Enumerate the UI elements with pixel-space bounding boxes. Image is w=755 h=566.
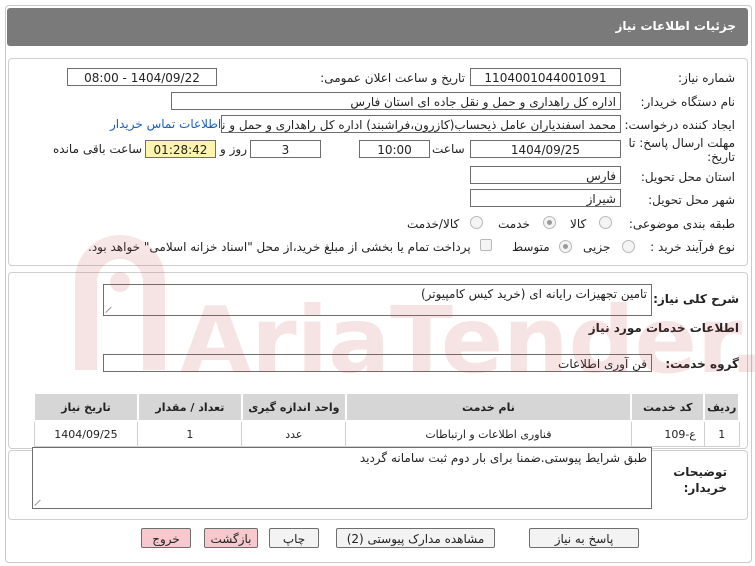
table-row: 1 ع-109 فناوری اطلاعات و ارتباطات عدد 1 … xyxy=(33,420,740,447)
reply-button[interactable]: پاسخ به نیاز xyxy=(529,528,639,548)
requester-field: محمد اسفندیاران عامل ذیحساب(کازرون،فراشب… xyxy=(221,115,621,133)
requester-label: ایجاد کننده درخواست: xyxy=(624,118,735,132)
need-number-field: 1104001044001091 xyxy=(470,68,621,86)
buyer-notes-label: توضیحات خریدار: xyxy=(673,465,727,495)
deadline-label: مهلت ارسال پاسخ: تا تاریخ: xyxy=(628,136,735,164)
cell-unit: عدد xyxy=(241,420,347,447)
col-quantity: تعداد / مقدار xyxy=(136,392,243,422)
title-bar: جزئیات اطلاعات نیاز xyxy=(7,8,748,46)
category-option-goods: کالا xyxy=(570,217,587,231)
buyer-contact-link[interactable]: اطلاعات تماس خریدار xyxy=(110,117,221,131)
category-option-goods-service: کالا/خدمت xyxy=(407,217,460,231)
category-label: طبقه بندی موضوعی: xyxy=(628,217,735,231)
view-attachments-button[interactable]: مشاهده مدارک پیوستی (2) xyxy=(336,528,495,548)
buyer-org-field: اداره کل راهداری و حمل و نقل جاده ای است… xyxy=(171,92,621,110)
service-group-field: فن آوری اطلاعات xyxy=(103,354,652,372)
purchase-option-minor: جزیی xyxy=(583,240,611,254)
deadline-days-field: 3 xyxy=(250,140,321,158)
cell-quantity: 1 xyxy=(137,420,243,447)
summary-label: شرح کلی نیاز: xyxy=(653,292,739,306)
need-number-label: شماره نیاز: xyxy=(678,71,735,85)
cell-need-date: 1404/09/25 xyxy=(33,420,139,447)
city-field: شیراز xyxy=(470,189,621,207)
category-radio-goods-service[interactable] xyxy=(470,216,483,229)
treasury-payment-note: پرداخت تمام یا بخشی از مبلغ خرید،از محل … xyxy=(88,240,471,254)
purchase-radio-medium[interactable] xyxy=(559,240,572,253)
province-field: فارس xyxy=(470,166,621,184)
cell-service-code: ع-109 xyxy=(630,420,705,447)
deadline-date-field: 1404/09/25 xyxy=(470,140,621,158)
summary-resize-handle[interactable] xyxy=(106,305,114,313)
treasury-payment-checkbox[interactable] xyxy=(480,239,492,251)
deadline-time-label: ساعت xyxy=(432,142,465,156)
buyer-org-label: نام دستگاه خریدار: xyxy=(640,95,736,109)
cell-row: 1 xyxy=(703,420,740,447)
purchase-type-label: نوع فرآیند خرید : xyxy=(650,240,735,254)
deadline-time-field: 10:00 xyxy=(359,140,430,158)
services-table: ردیف کد خدمت نام خدمت واحد اندازه گیری ت… xyxy=(33,392,740,447)
page-title: جزئیات اطلاعات نیاز xyxy=(615,19,736,33)
services-table-header: ردیف کد خدمت نام خدمت واحد اندازه گیری ت… xyxy=(33,392,740,422)
col-service-name: نام خدمت xyxy=(344,392,633,422)
summary-field: تامین تجهیزات رایانه ای (خرید کیس کامپیو… xyxy=(103,284,652,316)
back-button[interactable]: بازگشت xyxy=(204,528,258,548)
category-radio-goods[interactable] xyxy=(599,216,612,229)
col-unit: واحد اندازه گیری xyxy=(240,392,347,422)
col-need-date: تاریخ نیاز xyxy=(33,392,139,422)
city-label: شهر محل تحویل: xyxy=(648,193,735,207)
remaining-time-label: ساعت باقی مانده xyxy=(53,142,143,156)
announce-datetime-field: 1404/09/22 - 08:00 xyxy=(67,68,217,86)
exit-button[interactable]: خروج xyxy=(141,528,191,548)
col-row: ردیف xyxy=(703,392,740,422)
cell-service-name: فناوری اطلاعات و ارتباطات xyxy=(345,420,632,447)
announce-datetime-label: تاریخ و ساعت اعلان عمومی: xyxy=(320,71,465,85)
col-service-code: کد خدمت xyxy=(630,392,706,422)
notes-resize-handle[interactable] xyxy=(35,498,43,506)
purchase-option-medium: متوسط xyxy=(512,240,550,254)
category-radio-service[interactable] xyxy=(543,216,556,229)
deadline-days-label: روز و xyxy=(220,142,247,156)
service-group-label: گروه خدمت: xyxy=(665,357,739,371)
print-button[interactable]: چاپ xyxy=(269,528,319,548)
buyer-notes-field: طبق شرایط پیوستی.ضمنا برای بار دوم ثبت س… xyxy=(32,447,652,509)
category-option-service: خدمت xyxy=(498,217,530,231)
remaining-time-field: 01:28:42 xyxy=(145,140,216,158)
province-label: استان محل تحویل: xyxy=(640,170,735,184)
services-section-title: اطلاعات خدمات مورد نیاز xyxy=(588,321,739,335)
purchase-radio-minor[interactable] xyxy=(622,240,635,253)
